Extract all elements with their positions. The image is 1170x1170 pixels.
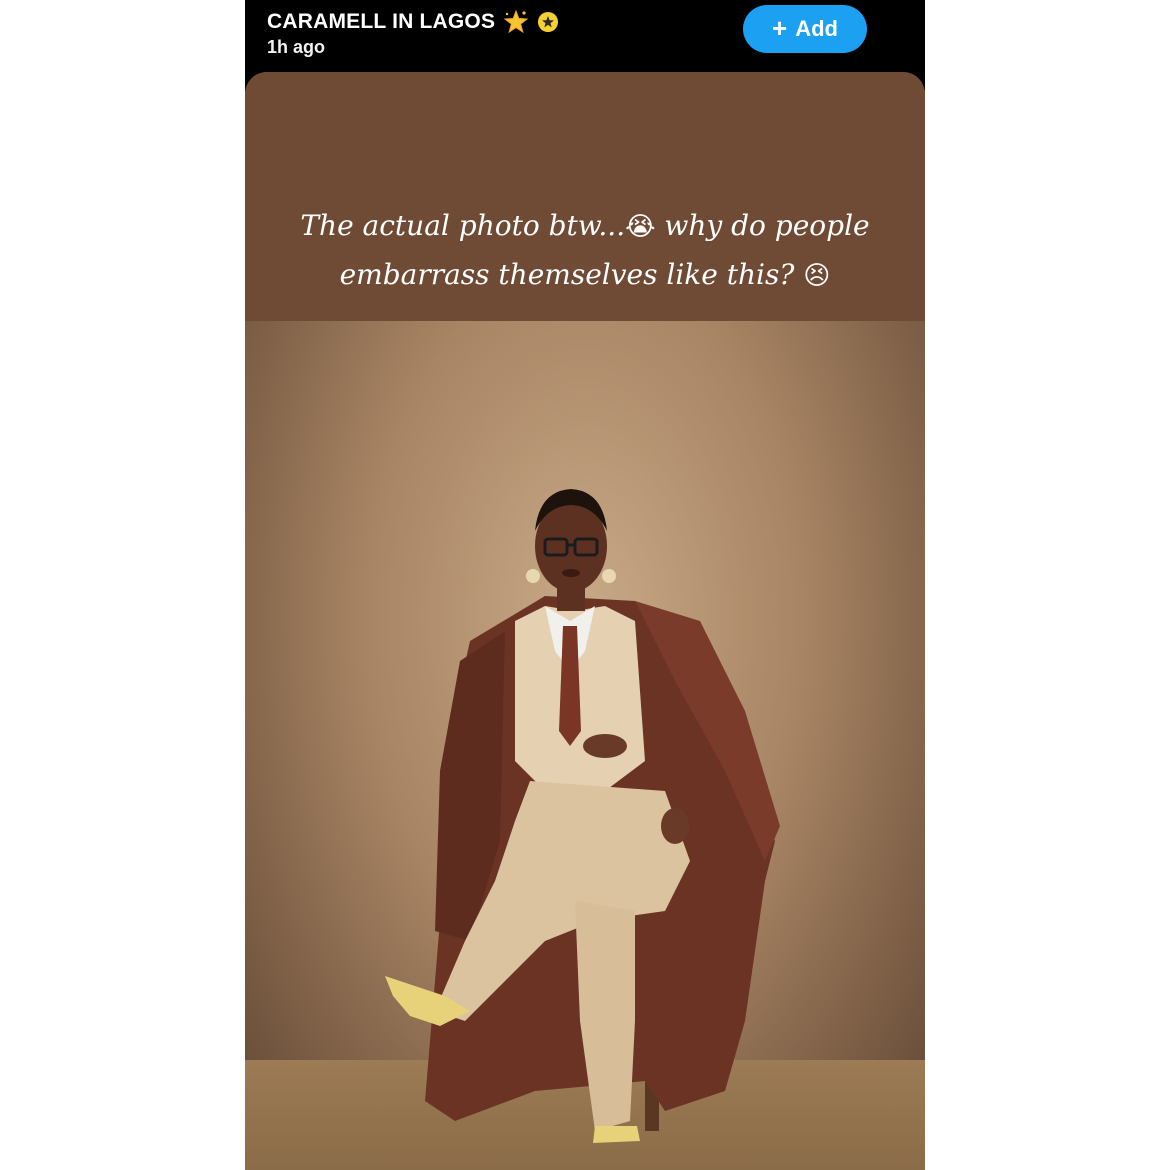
caption-line2-text: embarrass themselves like this? (339, 258, 795, 291)
story-title-row[interactable]: CARAMELL IN LAGOS (267, 8, 559, 36)
gold-star-badge-icon (538, 12, 559, 32)
story-photo[interactable] (245, 321, 925, 1170)
story-card[interactable]: The actual photo btw...😭 why do people e… (245, 72, 925, 1170)
story-timestamp: 1h ago (267, 37, 326, 57)
lips (562, 569, 580, 577)
caption-line1-end: why do people (664, 209, 870, 242)
crying-face-emoji-icon: 😭 (625, 212, 656, 242)
story-caption: The actual photo btw...😭 why do people e… (285, 202, 885, 300)
trousers-lower-leg (575, 901, 635, 1131)
screen: CARAMELL IN LAGOS 1h ago + Add The actua… (0, 0, 1170, 1170)
story-viewer[interactable]: CARAMELL IN LAGOS 1h ago + Add The actua… (245, 0, 925, 1170)
persevering-face-emoji-icon: 😣 (803, 261, 831, 291)
earring-left (526, 569, 540, 583)
caption-line1-text: The actual photo btw... (300, 209, 626, 242)
plus-icon: + (772, 13, 788, 43)
story-title[interactable]: CARAMELL IN LAGOS (267, 10, 495, 34)
hand (583, 734, 627, 758)
add-button[interactable]: + Add (743, 5, 867, 53)
earring-right (602, 569, 616, 583)
story-header: CARAMELL IN LAGOS 1h ago + Add (245, 0, 925, 72)
caption-band: The actual photo btw...😭 why do people e… (245, 72, 925, 321)
hand-right (661, 808, 689, 844)
seated-woman-illustration (385, 489, 780, 1143)
add-button-label: Add (795, 16, 838, 41)
sparkle-star-icon (503, 9, 529, 34)
yellow-heel-right (593, 1126, 640, 1143)
